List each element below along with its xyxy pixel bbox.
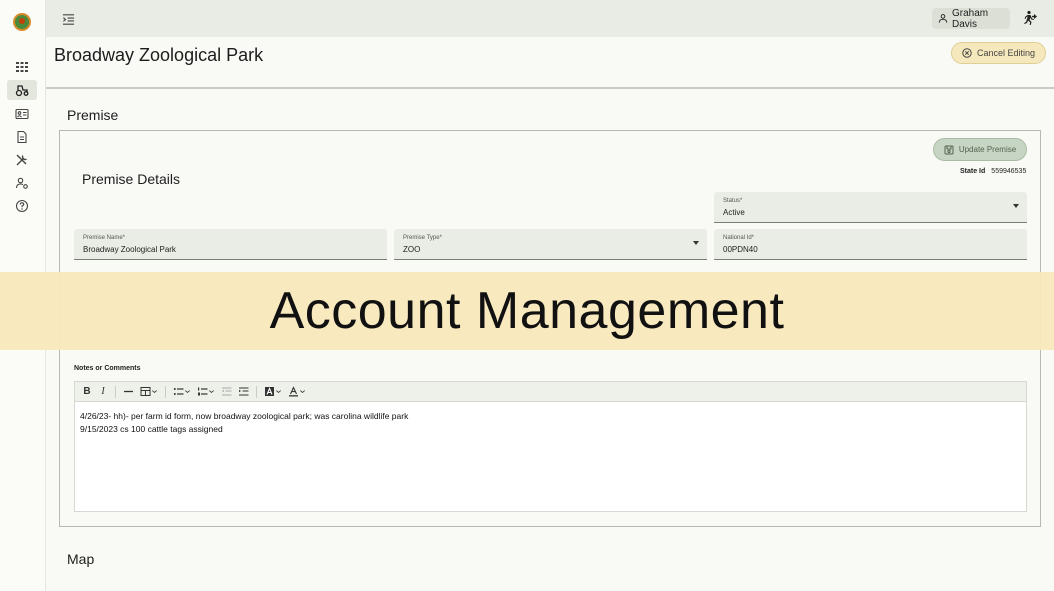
chevron-down-icon [1013,204,1019,208]
premise-name-value: Broadway Zoological Park [83,245,176,254]
premise-details-title: Premise Details [82,171,181,187]
premise-name-field[interactable]: Premise Name* Broadway Zoological Park [74,229,387,260]
update-premise-label: Update Premise [958,145,1017,154]
overlay-banner-text: Account Management [269,282,785,340]
chevron-down-icon [693,241,699,245]
nav-help[interactable] [7,196,37,216]
bullet-list-icon [173,388,184,395]
horizontal-rule-button[interactable] [121,384,136,400]
app-logo[interactable] [13,13,31,31]
notes-line: 9/15/2023 cs 100 cattle tags assigned [80,424,223,434]
premise-name-label: Premise Name* [83,235,126,241]
chevron-down-icon [152,390,157,393]
national-id-field[interactable]: National Id* 00PDN40 [714,229,1027,260]
nav-tools[interactable] [7,150,37,170]
top-bar: Graham Davis [46,0,1054,37]
cancel-editing-button[interactable]: Cancel Editing [951,42,1046,64]
menu-collapse-icon [62,13,74,25]
section-title-premise: Premise [67,107,119,123]
nav-premises[interactable] [7,80,37,100]
tractor-icon [15,85,29,97]
table-button[interactable] [138,384,160,400]
chevron-down-icon [276,390,281,393]
state-id-label: State Id [960,168,986,175]
id-card-icon [15,108,29,120]
horizontal-rule-icon [124,390,133,393]
dashboard-icon [16,62,28,72]
indent-button[interactable] [236,384,251,400]
bold-button[interactable]: B [80,384,94,400]
numbered-list-button[interactable] [195,384,217,400]
close-circle-icon [962,48,972,58]
text-color-button[interactable] [286,384,308,400]
outdent-icon [222,387,232,396]
logout-icon[interactable] [1023,10,1039,26]
italic-button[interactable]: I [96,384,110,400]
status-value: Active [723,208,745,217]
tools-icon [16,154,27,166]
premise-type-value: ZOO [403,245,421,254]
nav-user-settings[interactable] [7,173,37,193]
state-id: State Id 559946535 [960,168,1026,175]
toolbar-divider [115,385,116,398]
update-premise-button[interactable]: Update Premise [933,138,1027,161]
notes-line: 4/26/23- hh)- per farm id form, now broa… [80,411,409,421]
page-header: Broadway Zoological Park Cancel Editing [46,37,1054,89]
indent-icon [239,387,249,396]
user-name: Graham Davis [951,7,989,30]
toolbar-divider [165,385,166,398]
state-id-value: 559946535 [991,168,1027,175]
table-icon [140,387,151,396]
highlight-icon [265,387,274,396]
editor-toolbar: B I [75,382,1026,402]
document-icon [17,130,27,144]
nav-dashboard[interactable] [7,57,37,77]
overlay-banner: Account Management [0,272,1054,350]
outdent-button[interactable] [219,384,234,400]
notes-editor-content[interactable]: 4/26/23- hh)- per farm id form, now broa… [80,410,408,436]
user-menu-button[interactable]: Graham Davis [932,7,1010,30]
user-icon [938,14,948,23]
text-color-icon [289,386,298,397]
numbered-list-icon [198,387,208,396]
status-label: Status* [723,198,743,204]
premise-type-select[interactable]: Premise Type* ZOO [394,229,707,260]
cancel-editing-label: Cancel Editing [976,48,1036,58]
section-title-map: Map [67,551,95,567]
save-icon [944,145,954,154]
chevron-down-icon [300,390,305,393]
nav-documents[interactable] [7,127,37,147]
notes-label: Notes or Comments [74,365,141,372]
chevron-down-icon [185,390,190,393]
national-id-label: National Id* [723,235,755,241]
nav-accounts[interactable] [7,104,37,124]
user-settings-icon [15,177,28,189]
status-select[interactable]: Status* Active [714,192,1027,223]
chevron-down-icon [209,390,214,393]
page-title: Broadway Zoological Park [54,45,264,65]
toolbar-divider [256,385,257,398]
premise-type-label: Premise Type* [403,235,442,241]
national-id-value: 00PDN40 [723,245,758,254]
bullet-list-button[interactable] [171,384,193,400]
highlight-color-button[interactable] [262,384,284,400]
menu-toggle-button[interactable] [60,11,76,27]
notes-editor[interactable]: B I 4/26/23- hh)- per farm id form, now … [74,381,1027,512]
help-icon [15,199,29,213]
